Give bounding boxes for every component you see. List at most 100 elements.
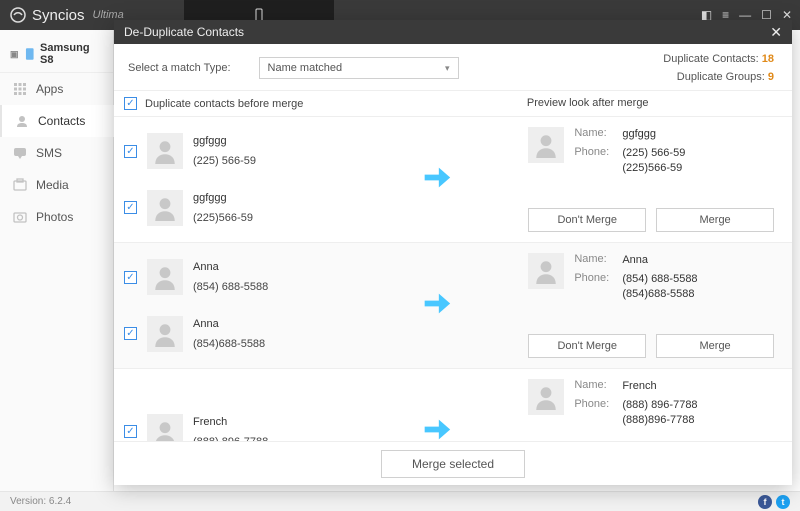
avatar	[528, 253, 564, 289]
merge-button[interactable]: Merge	[656, 334, 774, 358]
duplicate-group: ✓ ggfggg (225) 566-59 ✓ ggfggg (225)566-59 Nam…	[114, 117, 792, 243]
merged-name-label: Name:	[574, 379, 622, 394]
candidate-info: ggfggg (225)566-59	[193, 190, 253, 226]
candidate-checkbox[interactable]: ✓	[124, 425, 137, 438]
merged-name: Anna	[622, 253, 648, 268]
photos-icon	[12, 209, 28, 225]
dup-contacts-label: Duplicate Contacts:	[663, 53, 758, 65]
candidate-name: Anna	[193, 316, 265, 332]
contacts-icon	[14, 113, 30, 129]
duplicate-groups-list[interactable]: ✓ ggfggg (225) 566-59 ✓ ggfggg (225)566-59 Nam…	[114, 117, 792, 441]
sidebar-item-photos[interactable]: Photos	[0, 201, 113, 233]
sidebar-item-sms[interactable]: SMS	[0, 137, 113, 169]
duplicate-group: ✓ Anna (854) 688-5588 ✓ Anna (854)688-5588 Nam…	[114, 243, 792, 369]
social-links: f t	[758, 495, 790, 509]
arrow-icon	[419, 160, 453, 199]
merged-phones: (854) 688-5588(854)688-5588	[622, 272, 697, 302]
merged-phone-label: Phone:	[574, 272, 622, 302]
candidate-phone: (854)688-5588	[193, 336, 265, 352]
media-icon	[12, 177, 28, 193]
dialog-title: De-Duplicate Contacts	[124, 25, 244, 39]
app-logo: Syncios Ultima	[10, 7, 124, 24]
facebook-icon[interactable]: f	[758, 495, 772, 509]
col-after-label: Preview look after merge	[527, 97, 649, 109]
avatar	[147, 316, 183, 352]
candidate-phone: (225) 566-59	[193, 153, 256, 169]
dialog-footer: Merge selected	[114, 441, 792, 485]
sidebar-item-label: SMS	[36, 146, 62, 160]
dup-contacts-value: 18	[762, 53, 774, 65]
duplicate-group: ✓French(888) 896-7788Name:FrenchPhone:(8…	[114, 369, 792, 441]
avatar	[147, 190, 183, 226]
merged-phone-label: Phone:	[574, 146, 622, 176]
sidebar: ▣ Samsung S8 Apps Contacts SMS Media	[0, 30, 114, 491]
merged-preview: Name:AnnaPhone:(854) 688-5588(854)688-55…	[528, 253, 774, 306]
avatar	[528, 127, 564, 163]
apps-icon	[12, 81, 28, 97]
footer: Version: 6.2.4 f t	[0, 491, 800, 511]
twitter-icon[interactable]: t	[776, 495, 790, 509]
candidate-name: French	[193, 414, 268, 430]
sidebar-item-contacts[interactable]: Contacts	[0, 105, 114, 137]
sidebar-item-media[interactable]: Media	[0, 169, 113, 201]
chevron-down-icon: ▾	[445, 63, 450, 74]
select-all-checkbox[interactable]: ✓	[124, 97, 137, 110]
avatar	[147, 414, 183, 442]
merged-name-label: Name:	[574, 127, 622, 142]
candidate-name: ggfggg	[193, 190, 253, 206]
col-before-label: Duplicate contacts before merge	[145, 98, 303, 110]
candidate-phone: (888) 896-7788	[193, 434, 268, 442]
sidebar-item-label: Apps	[36, 82, 63, 96]
merge-selected-button[interactable]: Merge selected	[381, 450, 525, 478]
arrow-icon	[419, 412, 453, 441]
merged-preview: Name:FrenchPhone:(888) 896-7788(888)896-…	[528, 379, 774, 432]
dialog-header: De-Duplicate Contacts ✕	[114, 20, 792, 44]
dup-groups-label: Duplicate Groups:	[677, 71, 765, 83]
merged-name-label: Name:	[574, 253, 622, 268]
sms-icon	[12, 145, 28, 161]
avatar	[528, 379, 564, 415]
sidebar-item-apps[interactable]: Apps	[0, 73, 113, 105]
merge-button[interactable]: Merge	[656, 208, 774, 232]
dialog-top: Select a match Type: Name matched ▾ Dupl…	[114, 44, 792, 90]
merged-phones: (225) 566-59(225)566-59	[622, 146, 685, 176]
sidebar-item-label: Media	[36, 178, 69, 192]
close-icon[interactable]: ✕	[770, 24, 782, 41]
avatar	[147, 133, 183, 169]
candidate-name: Anna	[193, 259, 268, 275]
candidate-checkbox[interactable]: ✓	[124, 327, 137, 340]
phone-icon	[25, 47, 35, 61]
sidebar-item-label: Contacts	[38, 114, 85, 128]
dup-stats: Duplicate Contacts: 18 Duplicate Groups:…	[663, 50, 774, 86]
match-type-label: Select a match Type:	[128, 62, 231, 74]
app-name: Syncios	[32, 7, 85, 24]
avatar	[147, 259, 183, 295]
syncios-icon	[10, 7, 26, 23]
candidate-checkbox[interactable]: ✓	[124, 145, 137, 158]
candidate-name: ggfggg	[193, 133, 256, 149]
device-row[interactable]: ▣ Samsung S8	[0, 36, 113, 73]
merged-phone-label: Phone:	[574, 398, 622, 428]
merged-phones: (888) 896-7788(888)896-7788	[622, 398, 697, 428]
merged-name: French	[622, 379, 656, 394]
device-name: Samsung S8	[40, 42, 103, 66]
candidate-info: Anna (854)688-5588	[193, 316, 265, 352]
sidebar-item-label: Photos	[36, 210, 73, 224]
candidate-phone: (225)566-59	[193, 210, 253, 226]
candidate-checkbox[interactable]: ✓	[124, 271, 137, 284]
candidate-checkbox[interactable]: ✓	[124, 201, 137, 214]
dup-groups-value: 9	[768, 71, 774, 83]
dont-merge-button[interactable]: Don't Merge	[528, 334, 646, 358]
collapse-icon: ▣	[10, 49, 19, 60]
merged-preview: Name:ggfgggPhone:(225) 566-59(225)566-59	[528, 127, 774, 180]
candidate-phone: (854) 688-5588	[193, 279, 268, 295]
dialog-column-headers: ✓ Duplicate contacts before merge Previe…	[114, 90, 792, 117]
dont-merge-button[interactable]: Don't Merge	[528, 208, 646, 232]
match-type-value: Name matched	[268, 62, 343, 74]
match-type-select[interactable]: Name matched ▾	[259, 57, 459, 79]
candidate-info: ggfggg (225) 566-59	[193, 133, 256, 169]
candidate-info: Anna (854) 688-5588	[193, 259, 268, 295]
merged-name: ggfggg	[622, 127, 656, 142]
dedupe-dialog: De-Duplicate Contacts ✕ Select a match T…	[114, 20, 792, 485]
arrow-icon	[419, 286, 453, 325]
